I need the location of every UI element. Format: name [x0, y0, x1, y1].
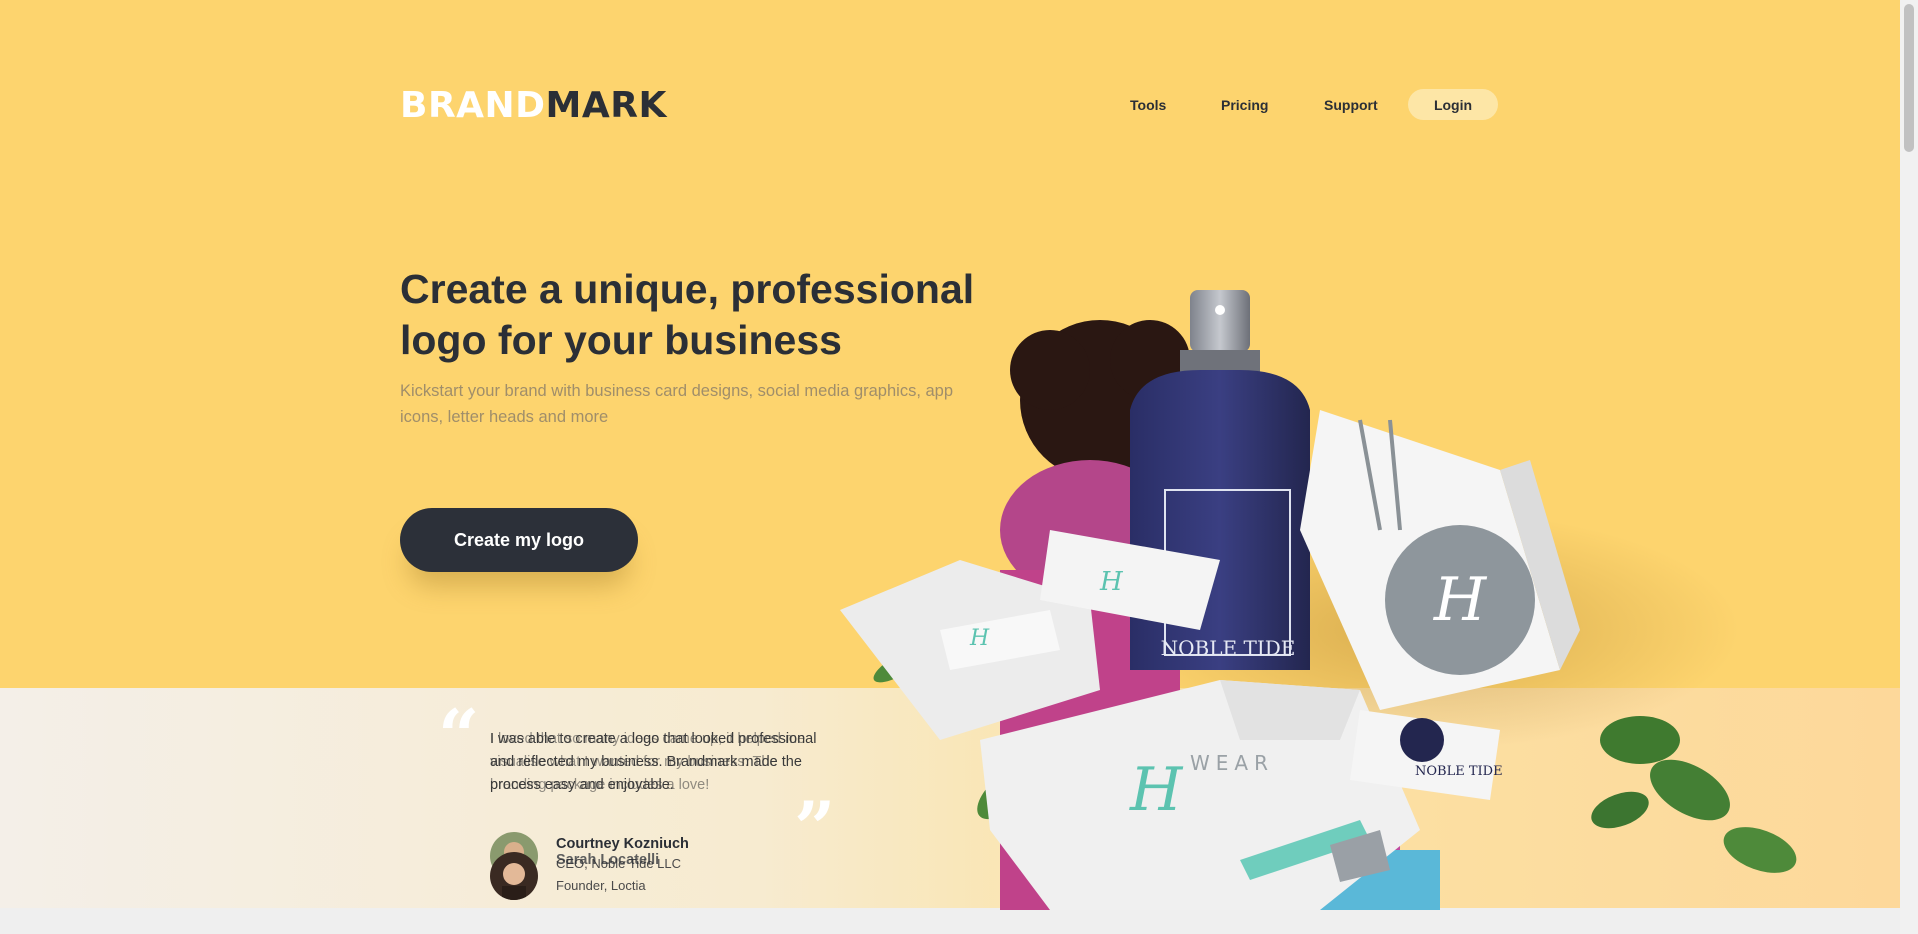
- testimonial-author-name: Courtney Kozniuch: [556, 836, 689, 852]
- svg-text:H: H: [1099, 567, 1124, 597]
- shirt-brand-text: WEAR: [1190, 751, 1274, 775]
- svg-text:H: H: [969, 626, 990, 651]
- page: BRANDMARK Tools Pricing Support Login Cr…: [0, 0, 1900, 934]
- bottle-brand-text: NOBLE TIDE: [1161, 636, 1296, 660]
- logo-mark-text: MARK: [545, 85, 667, 126]
- login-button[interactable]: Login: [1408, 89, 1498, 120]
- brand-products-illustration: NOBLE TIDE H H H H WEAR NOBLE TIDE: [840, 290, 1797, 910]
- quote-close-mark: ”: [794, 785, 836, 870]
- testimonial-quote-next: I loved that so many ideas came up, it h…: [490, 731, 806, 793]
- quote-open-mark: “: [438, 693, 480, 778]
- avatar-sarah-icon: [490, 852, 538, 900]
- logo-brand-text: BRAND: [400, 85, 546, 126]
- footer-strip: [0, 908, 1900, 934]
- page-scrollbar[interactable]: [1900, 0, 1918, 934]
- hero-title-line-2: logo for your business: [400, 317, 842, 363]
- svg-text:NOBLE TIDE: NOBLE TIDE: [1415, 764, 1503, 779]
- svg-text:H: H: [1433, 565, 1488, 635]
- testimonial-author-name: Sarah Locatelli: [556, 852, 660, 868]
- nav-item-pricing[interactable]: Pricing: [1221, 90, 1268, 120]
- nav-support-link[interactable]: Support: [1324, 97, 1378, 113]
- nav-tools-link[interactable]: Tools: [1130, 97, 1166, 113]
- login-link[interactable]: Login: [1434, 97, 1472, 113]
- avatar: [490, 852, 538, 900]
- scrollbar-thumb[interactable]: [1904, 4, 1914, 152]
- testimonial-author-role: Founder, Loctia: [556, 878, 646, 893]
- nav-item-tools[interactable]: Tools: [1130, 90, 1166, 120]
- svg-text:H: H: [1129, 755, 1184, 825]
- create-logo-button[interactable]: Create my logo: [400, 508, 638, 572]
- nav-item-support[interactable]: Support: [1324, 90, 1378, 120]
- brandmark-logo[interactable]: BRANDMARK: [400, 86, 667, 126]
- nav-pricing-link[interactable]: Pricing: [1221, 97, 1268, 113]
